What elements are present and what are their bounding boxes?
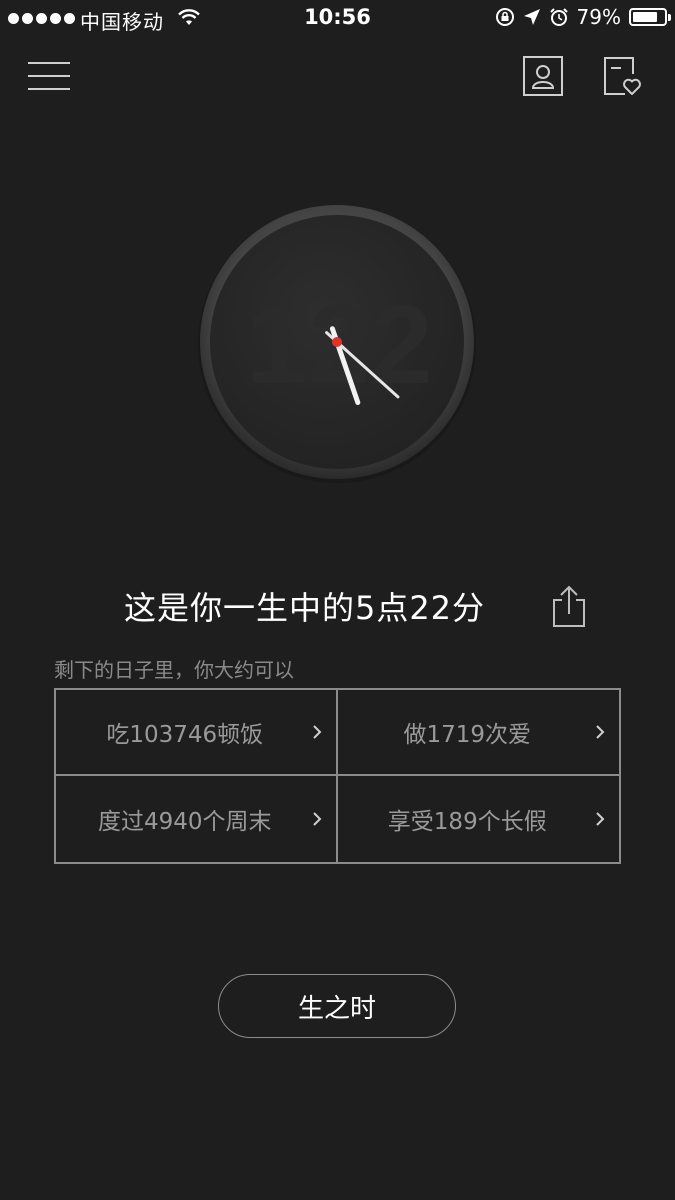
subtitle: 剩下的日子里，你大约可以 xyxy=(54,658,294,682)
stat-label: 吃103746顿饭 xyxy=(106,722,264,748)
favorites-list-icon xyxy=(604,57,641,95)
profile-button[interactable] xyxy=(523,56,563,96)
user-profile-icon xyxy=(531,65,555,89)
stats-grid: 吃103746顿饭 做1719次爱 度过4940个周末 享受189个长假 xyxy=(54,688,621,864)
stat-cell-love[interactable]: 做1719次爱 xyxy=(337,690,619,776)
favorites-button[interactable] xyxy=(603,56,645,98)
orientation-lock-icon xyxy=(495,8,514,26)
battery-percentage: 79% xyxy=(576,5,621,29)
stat-cell-holidays[interactable]: 享受189个长假 xyxy=(338,776,620,862)
status-bar: 中国移动 10:56 79% xyxy=(0,0,675,38)
stat-cell-meals[interactable]: 吃103746顿饭 xyxy=(56,690,338,776)
chevron-right-icon xyxy=(312,812,321,826)
share-icon xyxy=(553,585,585,627)
battery-icon xyxy=(629,8,671,26)
stat-label: 做1719次爱 xyxy=(403,722,532,748)
stat-label: 度过4940个周末 xyxy=(97,809,272,835)
clock-center-pin xyxy=(332,337,342,347)
stat-cell-weekends[interactable]: 度过4940个周末 xyxy=(56,776,338,862)
menu-button[interactable] xyxy=(28,60,70,92)
chevron-right-icon xyxy=(312,725,321,739)
stat-label: 享受189个长假 xyxy=(387,809,547,835)
location-arrow-icon xyxy=(523,9,540,25)
analog-clock: 122 xyxy=(198,203,476,485)
share-button[interactable] xyxy=(549,584,589,628)
chevron-right-icon xyxy=(596,725,605,739)
chevron-right-icon xyxy=(596,812,605,826)
life-time-button[interactable]: 生之时 xyxy=(218,974,456,1038)
alarm-icon xyxy=(549,8,568,26)
headline-text: 这是你一生中的5点22分 xyxy=(123,589,486,627)
